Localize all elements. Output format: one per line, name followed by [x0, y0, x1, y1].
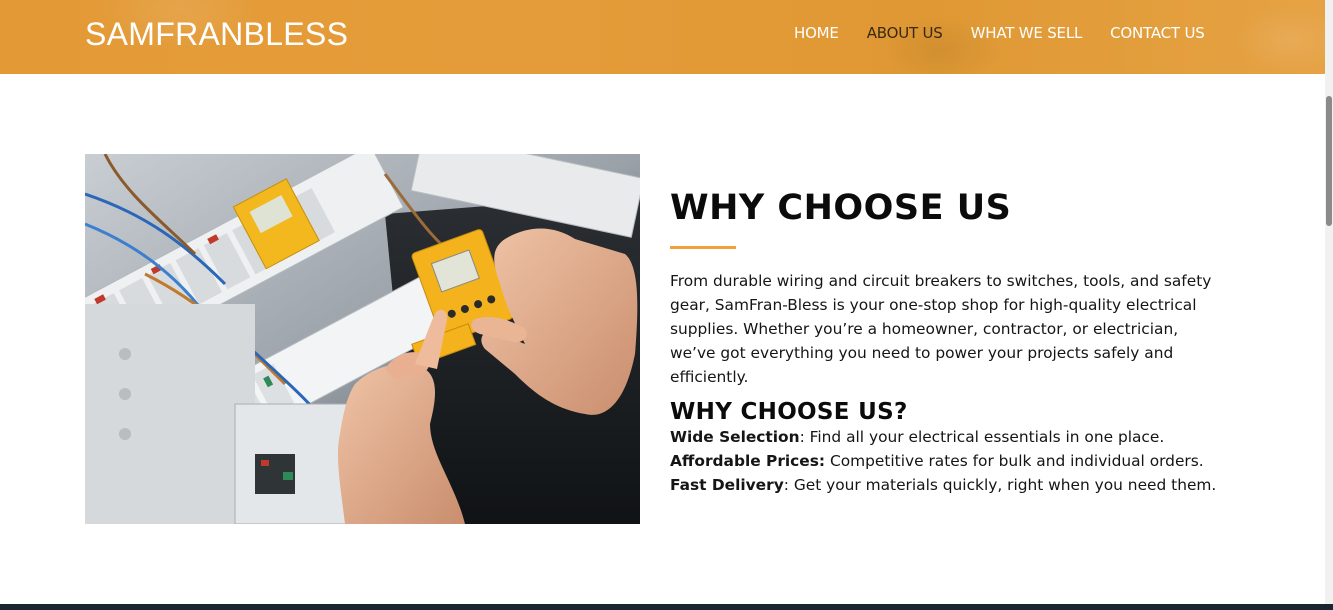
feature-label: Fast Delivery [670, 476, 784, 494]
feature-text: Get your materials quickly, right when y… [788, 476, 1217, 494]
intro-paragraph: From durable wiring and circuit breakers… [670, 272, 1212, 386]
electrician-hands-photo [85, 154, 640, 524]
page: SAMFRANBLESS HOME ABOUT US WHAT WE SELL … [0, 0, 1333, 610]
why-choose-us-section: WHY CHOOSE US From durable wiring and ci… [670, 188, 1230, 497]
nav-about-us[interactable]: ABOUT US [867, 24, 943, 42]
main-nav: HOME ABOUT US WHAT WE SELL CONTACT US [794, 24, 1205, 42]
footer-strip [0, 604, 1333, 610]
electrical-panel-illustration [85, 154, 640, 524]
feature-list: Wide Selection: Find all your electrical… [670, 425, 1230, 497]
title-underline [670, 246, 736, 249]
page-scrollbar[interactable] [1325, 0, 1333, 604]
scrollbar-thumb[interactable] [1326, 96, 1332, 226]
list-item: Wide Selection: Find all your electrical… [670, 425, 1230, 449]
feature-text: Competitive rates for bulk and individua… [825, 452, 1204, 470]
brand-logo-link[interactable]: SAMFRANBLESS [85, 16, 348, 53]
section-title: WHY CHOOSE US [670, 188, 1012, 228]
feature-label: Wide Selection [670, 428, 800, 446]
list-item: Fast Delivery: Get your materials quickl… [670, 473, 1230, 497]
list-item: Affordable Prices: Competitive rates for… [670, 449, 1230, 473]
nav-home[interactable]: HOME [794, 24, 839, 42]
section-subtitle: WHY CHOOSE US? [670, 399, 908, 425]
nav-what-we-sell[interactable]: WHAT WE SELL [971, 24, 1083, 42]
feature-text: Find all your electrical essentials in o… [804, 428, 1165, 446]
feature-label: Affordable Prices: [670, 452, 826, 470]
site-header: SAMFRANBLESS HOME ABOUT US WHAT WE SELL … [0, 0, 1325, 74]
nav-contact-us[interactable]: CONTACT US [1110, 24, 1205, 42]
